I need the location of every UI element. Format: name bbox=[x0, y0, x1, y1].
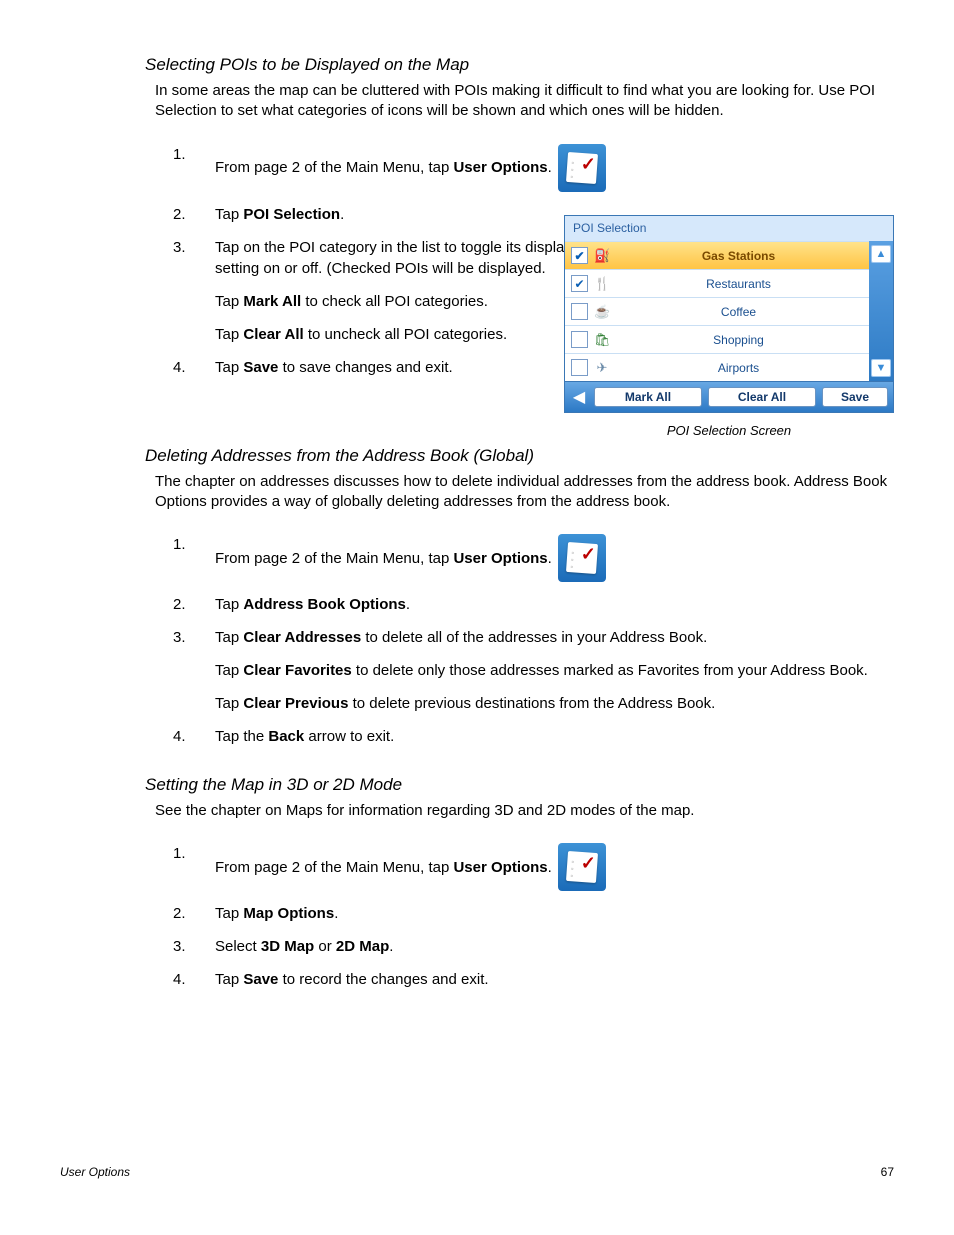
scroll-down-icon[interactable]: ▼ bbox=[871, 359, 891, 377]
save-button[interactable]: Save bbox=[822, 387, 888, 407]
section-intro-poi: In some areas the map can be cluttered w… bbox=[155, 81, 894, 122]
step-text: Tap Clear Favorites to delete only those… bbox=[215, 660, 894, 681]
step-text: Tap Mark All to check all POI categories… bbox=[215, 291, 595, 312]
poi-row-label: Gas Stations bbox=[614, 249, 863, 263]
poi-category-icon: 🛍 bbox=[594, 332, 610, 348]
step-text: Tap Clear Addresses to delete all of the… bbox=[215, 627, 894, 648]
section-intro-mapmode: See the chapter on Maps for information … bbox=[155, 801, 894, 821]
step-text: From page 2 of the Main Menu, tap User O… bbox=[215, 548, 552, 569]
step-number: 4. bbox=[173, 969, 186, 990]
step-number: 4. bbox=[173, 726, 186, 747]
step-text: Tap POI Selection. bbox=[215, 206, 344, 223]
footer-section-name: User Options bbox=[60, 1165, 130, 1179]
step-text: Tap the Back arrow to exit. bbox=[215, 728, 394, 745]
step-text: From page 2 of the Main Menu, tap User O… bbox=[215, 157, 552, 178]
step-text: Tap Map Options. bbox=[215, 905, 338, 922]
checkbox-icon[interactable]: ✔ bbox=[571, 275, 588, 292]
poi-row[interactable]: ☕ Coffee bbox=[565, 297, 869, 325]
poi-row[interactable]: 🛍 Shopping bbox=[565, 325, 869, 353]
step-number: 2. bbox=[173, 594, 186, 615]
step-text: Tap Save to record the changes and exit. bbox=[215, 971, 489, 988]
user-options-icon: ▫▫▫ bbox=[558, 144, 606, 192]
poi-row[interactable]: ✔ ⛽ Gas Stations bbox=[565, 241, 869, 269]
poi-category-icon: ☕ bbox=[594, 304, 610, 320]
step-text: Tap Save to save changes and exit. bbox=[215, 359, 453, 376]
section-heading-mapmode: Setting the Map in 3D or 2D Mode bbox=[145, 775, 894, 795]
clear-all-button[interactable]: Clear All bbox=[708, 387, 816, 407]
poi-row-label: Restaurants bbox=[614, 277, 863, 291]
step-number: 2. bbox=[173, 204, 186, 225]
section-heading-addresses: Deleting Addresses from the Address Book… bbox=[145, 446, 894, 466]
poi-selection-figure: POI Selection ✔ ⛽ Gas Stations ✔ 🍴 Restaurant… bbox=[564, 215, 894, 438]
step-number: 2. bbox=[173, 903, 186, 924]
poi-row[interactable]: ✔ 🍴 Restaurants bbox=[565, 269, 869, 297]
step-number: 3. bbox=[173, 237, 186, 258]
step-number: 3. bbox=[173, 627, 186, 648]
step-text: Tap on the POI category in the list to t… bbox=[215, 237, 595, 279]
poi-category-icon: ✈ bbox=[594, 360, 610, 376]
figure-caption: POI Selection Screen bbox=[564, 423, 894, 438]
checkbox-icon[interactable] bbox=[571, 303, 588, 320]
step-number: 1. bbox=[173, 144, 186, 165]
section-heading-poi: Selecting POIs to be Displayed on the Ma… bbox=[145, 55, 894, 75]
step-text: Tap Address Book Options. bbox=[215, 596, 410, 613]
back-arrow-icon[interactable]: ◀ bbox=[570, 386, 588, 408]
step-text: From page 2 of the Main Menu, tap User O… bbox=[215, 857, 552, 878]
step-number: 1. bbox=[173, 534, 186, 555]
page-footer: User Options 67 bbox=[60, 1165, 894, 1179]
steps-addresses: 1. From page 2 of the Main Menu, tap Use… bbox=[155, 534, 894, 747]
poi-row-label: Shopping bbox=[614, 333, 863, 347]
poi-row-label: Airports bbox=[614, 361, 863, 375]
user-options-icon: ▫▫▫ bbox=[558, 843, 606, 891]
poi-row[interactable]: ✈ Airports bbox=[565, 353, 869, 381]
step-text: Select 3D Map or 2D Map. bbox=[215, 938, 393, 955]
mark-all-button[interactable]: Mark All bbox=[594, 387, 702, 407]
poi-row-label: Coffee bbox=[614, 305, 863, 319]
step-number: 1. bbox=[173, 843, 186, 864]
section-intro-addresses: The chapter on addresses discusses how t… bbox=[155, 472, 894, 513]
poi-window-title: POI Selection bbox=[565, 216, 893, 241]
page-number: 67 bbox=[881, 1165, 894, 1179]
user-options-icon: ▫▫▫ bbox=[558, 534, 606, 582]
step-number: 4. bbox=[173, 357, 186, 378]
step-number: 3. bbox=[173, 936, 186, 957]
checkbox-icon[interactable] bbox=[571, 359, 588, 376]
steps-mapmode: 1. From page 2 of the Main Menu, tap Use… bbox=[155, 843, 894, 990]
checkbox-icon[interactable]: ✔ bbox=[571, 247, 588, 264]
step-text: Tap Clear Previous to delete previous de… bbox=[215, 693, 894, 714]
poi-category-icon: 🍴 bbox=[594, 276, 610, 292]
step-text: Tap Clear All to uncheck all POI categor… bbox=[215, 324, 595, 345]
poi-category-icon: ⛽ bbox=[594, 248, 610, 264]
poi-window: POI Selection ✔ ⛽ Gas Stations ✔ 🍴 Restaurant… bbox=[564, 215, 894, 413]
checkbox-icon[interactable] bbox=[571, 331, 588, 348]
scrollbar[interactable]: ▲ ▼ bbox=[869, 241, 893, 381]
scroll-up-icon[interactable]: ▲ bbox=[871, 245, 891, 263]
